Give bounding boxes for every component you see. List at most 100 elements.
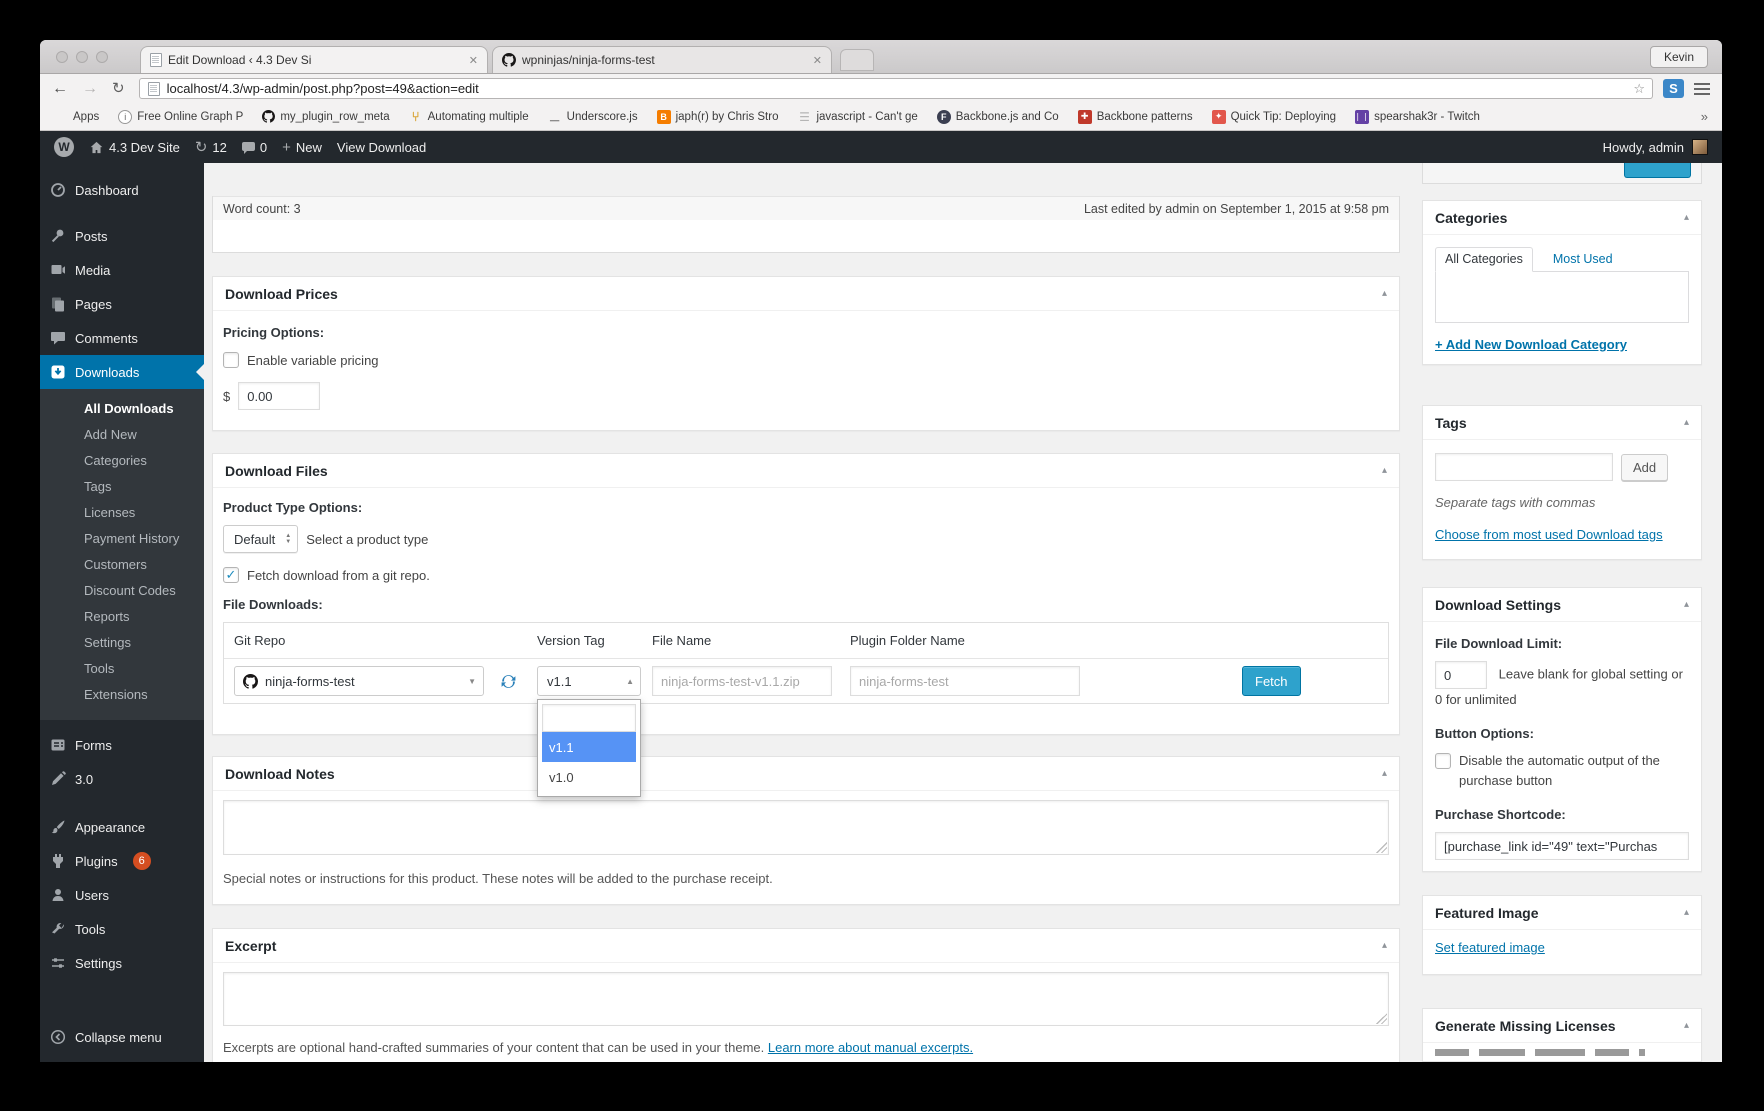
sidebar-item-discount-codes[interactable]: Discount Codes xyxy=(40,578,204,604)
add-category-link[interactable]: + Add New Download Category xyxy=(1435,337,1627,352)
panel-header[interactable]: Categories ▴ xyxy=(1423,201,1701,235)
bookmark-item[interactable]: my_plugin_row_meta xyxy=(262,110,390,123)
sidebar-item-extensions[interactable]: Extensions xyxy=(40,682,204,708)
collapse-arrow-icon[interactable]: ▴ xyxy=(1684,1021,1689,1031)
sidebar-item-add-new[interactable]: Add New xyxy=(40,422,204,448)
set-featured-image-link[interactable]: Set featured image xyxy=(1435,940,1545,955)
bookmark-item[interactable]: F Backbone.js and Co xyxy=(936,109,1059,124)
sidebar-item-media[interactable]: Media xyxy=(40,253,204,287)
sidebar-item-licenses[interactable]: Licenses xyxy=(40,500,204,526)
panel-header[interactable]: Download Settings ▴ xyxy=(1423,588,1701,622)
bookmarks-overflow-chevron[interactable]: » xyxy=(1701,109,1708,124)
wp-logo-menu[interactable]: W xyxy=(54,137,74,157)
dropdown-search-input[interactable] xyxy=(542,704,636,732)
address-bar[interactable]: localhost/4.3/wp-admin/post.php?post=49&… xyxy=(138,78,1653,99)
refresh-repos-icon[interactable] xyxy=(500,673,517,690)
sidebar-item-settings[interactable]: Settings xyxy=(40,630,204,656)
sidebar-item-downloads[interactable]: Downloads xyxy=(40,355,204,389)
collapse-menu-button[interactable]: Collapse menu xyxy=(40,1020,204,1054)
choose-tags-link[interactable]: Choose from most used Download tags xyxy=(1435,527,1663,542)
excerpt-textarea[interactable] xyxy=(223,972,1389,1026)
bookmark-item[interactable]: ✚ Backbone patterns xyxy=(1077,109,1193,124)
fetch-button[interactable]: Fetch xyxy=(1242,666,1301,696)
howdy-admin[interactable]: Howdy, admin xyxy=(1603,140,1684,155)
manual-excerpts-link[interactable]: Learn more about manual excerpts. xyxy=(768,1040,973,1055)
dropdown-option-v1-1[interactable]: v1.1 xyxy=(542,732,636,762)
bookmark-apps[interactable]: Apps xyxy=(54,110,99,124)
view-download-link[interactable]: View Download xyxy=(337,140,426,155)
bookmark-item[interactable]: ☰ javascript - Can't ge xyxy=(797,110,918,124)
sidebar-item-tags[interactable]: Tags xyxy=(40,474,204,500)
bookmark-item[interactable]: Bjaph(r) by Chris Stro xyxy=(656,109,778,124)
sidebar-item-customers[interactable]: Customers xyxy=(40,552,204,578)
resize-grip-icon[interactable] xyxy=(1376,842,1387,853)
close-tab-icon[interactable]: ✕ xyxy=(469,54,478,67)
sidebar-item-dashboard[interactable]: Dashboard xyxy=(40,173,204,207)
git-repo-select[interactable]: ninja-forms-test ▼ xyxy=(234,666,484,696)
site-name-menu[interactable]: 4.3 Dev Site xyxy=(89,140,180,155)
collapse-arrow-icon[interactable]: ▴ xyxy=(1382,466,1387,476)
panel-header[interactable]: Download Files ▴ xyxy=(213,454,1399,488)
file-name-input[interactable] xyxy=(652,666,832,696)
price-input[interactable] xyxy=(238,382,321,410)
panel-header[interactable]: Download Prices ▴ xyxy=(213,277,1399,311)
sidebar-item-tools2[interactable]: Tools xyxy=(40,912,204,946)
collapse-arrow-icon[interactable]: ▴ xyxy=(1684,600,1689,610)
panel-header[interactable]: Download Notes ▴ xyxy=(213,757,1399,791)
new-content-menu[interactable]: + New xyxy=(282,139,322,156)
plugin-folder-input[interactable] xyxy=(850,666,1080,696)
back-icon[interactable]: ← xyxy=(52,80,68,97)
version-tag-select[interactable]: v1.1 ▲ xyxy=(537,666,641,696)
tab-github-repo[interactable]: wpninjas/ninja-forms-test ✕ xyxy=(492,46,832,73)
git-fetch-checkbox[interactable] xyxy=(223,567,239,583)
disable-purchase-button-checkbox[interactable] xyxy=(1435,753,1451,769)
file-limit-input[interactable] xyxy=(1435,661,1487,689)
variable-pricing-checkbox[interactable] xyxy=(223,352,239,368)
collapse-arrow-icon[interactable]: ▴ xyxy=(1684,213,1689,223)
bookmark-item[interactable]: ❘❘ spearshak3r - Twitch xyxy=(1354,109,1480,124)
extension-s-icon[interactable]: S xyxy=(1663,79,1684,98)
collapse-arrow-icon[interactable]: ▴ xyxy=(1684,908,1689,918)
panel-header[interactable]: Generate Missing Licenses ▴ xyxy=(1423,1009,1701,1043)
collapse-arrow-icon[interactable]: ▴ xyxy=(1684,418,1689,428)
panel-header[interactable]: Tags ▴ xyxy=(1423,406,1701,440)
bookmark-item[interactable]: ✦ Quick Tip: Deploying xyxy=(1211,109,1336,124)
add-tag-button[interactable]: Add xyxy=(1621,453,1669,481)
sidebar-item-forms[interactable]: Forms xyxy=(40,728,204,762)
category-checklist[interactable] xyxy=(1435,271,1689,323)
avatar[interactable] xyxy=(1692,139,1708,155)
sidebar-item-nf3[interactable]: 3.0 xyxy=(40,762,204,796)
bookmark-item[interactable]: i Free Online Graph P xyxy=(118,109,243,124)
minimize-window-button[interactable] xyxy=(76,51,88,63)
tab-edit-download[interactable]: Edit Download ‹ 4.3 Dev Si ✕ xyxy=(140,46,488,73)
sidebar-item-posts[interactable]: Posts xyxy=(40,219,204,253)
sidebar-item-all-downloads[interactable]: All Downloads xyxy=(40,396,204,422)
tab-all-categories[interactable]: All Categories xyxy=(1435,247,1533,272)
forward-icon[interactable]: → xyxy=(82,80,98,97)
bookmark-star-icon[interactable]: ☆ xyxy=(1633,81,1645,97)
bookmark-item[interactable]: ＿ Underscore.js xyxy=(548,110,637,124)
resize-grip-icon[interactable] xyxy=(1376,1013,1387,1024)
sidebar-item-users[interactable]: Users xyxy=(40,878,204,912)
dropdown-option-v1-0[interactable]: v1.0 xyxy=(542,762,636,792)
sidebar-item-tools[interactable]: Tools xyxy=(40,656,204,682)
panel-header[interactable]: Featured Image ▴ xyxy=(1423,896,1701,930)
purchase-shortcode-input[interactable] xyxy=(1435,832,1689,860)
sidebar-item-comments[interactable]: Comments xyxy=(40,321,204,355)
sidebar-item-categories[interactable]: Categories xyxy=(40,448,204,474)
collapse-arrow-icon[interactable]: ▴ xyxy=(1382,289,1387,299)
new-tab-button[interactable] xyxy=(840,49,874,71)
close-tab-icon[interactable]: ✕ xyxy=(813,54,822,67)
new-tag-input[interactable] xyxy=(1435,453,1613,481)
browser-menu-icon[interactable] xyxy=(1694,82,1710,95)
collapse-arrow-icon[interactable]: ▴ xyxy=(1382,941,1387,951)
bookmark-item[interactable]: ⑂ Automating multiple xyxy=(409,109,529,124)
sidebar-item-reports[interactable]: Reports xyxy=(40,604,204,630)
sidebar-item-payment-history[interactable]: Payment History xyxy=(40,526,204,552)
zoom-window-button[interactable] xyxy=(96,51,108,63)
collapse-arrow-icon[interactable]: ▴ xyxy=(1382,769,1387,779)
update-button-fragment[interactable] xyxy=(1624,163,1691,178)
sidebar-item-plugins[interactable]: Plugins 6 xyxy=(40,844,204,878)
panel-header[interactable]: Excerpt ▴ xyxy=(213,929,1399,963)
reload-icon[interactable]: ↻ xyxy=(112,81,125,96)
